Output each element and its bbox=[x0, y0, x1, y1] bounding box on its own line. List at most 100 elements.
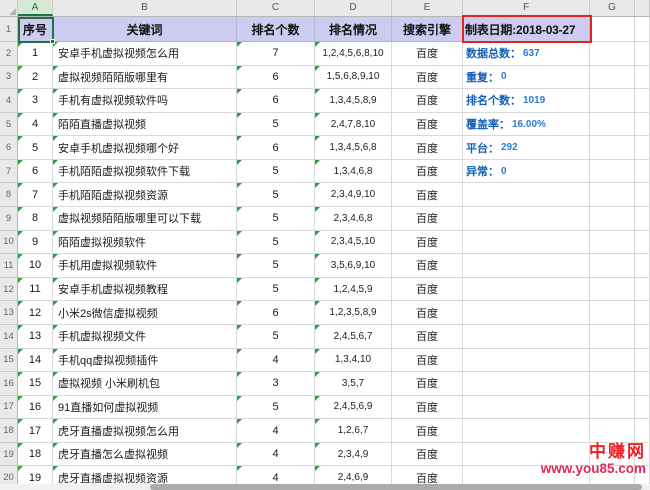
cell-count[interactable]: 5 bbox=[237, 278, 315, 302]
cell-count[interactable]: 5 bbox=[237, 254, 315, 278]
cell-keyword[interactable]: 虎牙直播怎么虚拟视频 bbox=[53, 443, 237, 467]
column-header-g[interactable]: G bbox=[590, 0, 635, 16]
cell-stat[interactable] bbox=[463, 372, 590, 396]
cell-positions[interactable]: 2,3,4,6,8 bbox=[315, 207, 392, 231]
cell-keyword[interactable]: 手机用虚拟视频软件 bbox=[53, 254, 237, 278]
row-header-9[interactable]: 9 bbox=[0, 207, 18, 231]
cell-seq[interactable]: 18 bbox=[18, 443, 53, 467]
cell-empty-h[interactable] bbox=[635, 231, 650, 255]
cell-positions[interactable]: 1,2,4,5,9 bbox=[315, 278, 392, 302]
cell-empty-h[interactable] bbox=[635, 301, 650, 325]
cell-stat[interactable] bbox=[463, 301, 590, 325]
cell-empty-g[interactable] bbox=[590, 231, 635, 255]
row-header-16[interactable]: 16 bbox=[0, 372, 18, 396]
row-header-6[interactable]: 6 bbox=[0, 136, 18, 160]
cell-c1-count-header[interactable]: 排名个数 bbox=[237, 17, 315, 42]
cell-empty-g[interactable] bbox=[590, 254, 635, 278]
cell-keyword[interactable]: 手机有虚拟视频软件吗 bbox=[53, 89, 237, 113]
cell-empty-h[interactable] bbox=[635, 113, 650, 137]
cell-empty-h[interactable] bbox=[635, 183, 650, 207]
cell-stat[interactable] bbox=[463, 396, 590, 420]
cell-keyword[interactable]: 虎牙直播虚拟视频怎么用 bbox=[53, 419, 237, 443]
row-header-3[interactable]: 3 bbox=[0, 66, 18, 90]
cell-empty-g[interactable] bbox=[590, 372, 635, 396]
cell-seq[interactable]: 4 bbox=[18, 113, 53, 137]
horizontal-scrollbar[interactable] bbox=[0, 484, 650, 490]
cell-engine[interactable]: 百度 bbox=[392, 136, 463, 160]
selected-cell-outline[interactable] bbox=[18, 17, 54, 43]
row-header-13[interactable]: 13 bbox=[0, 301, 18, 325]
cell-b1-keyword-header[interactable]: 关键词 bbox=[53, 17, 237, 42]
cell-engine[interactable]: 百度 bbox=[392, 66, 463, 90]
cell-engine[interactable]: 百度 bbox=[392, 301, 463, 325]
cell-empty-g[interactable] bbox=[590, 42, 635, 66]
cell-count[interactable]: 5 bbox=[237, 207, 315, 231]
cell-empty-h[interactable] bbox=[635, 349, 650, 373]
cell-empty-g[interactable] bbox=[590, 113, 635, 137]
cell-positions[interactable]: 1,3,4,5,6,8 bbox=[315, 136, 392, 160]
cell-positions[interactable]: 2,3,4,9,10 bbox=[315, 183, 392, 207]
cell-empty-h[interactable] bbox=[635, 42, 650, 66]
cell-stat[interactable] bbox=[463, 278, 590, 302]
select-all-corner[interactable] bbox=[0, 0, 18, 16]
row-header-18[interactable]: 18 bbox=[0, 419, 18, 443]
cell-count[interactable]: 4 bbox=[237, 443, 315, 467]
fill-handle[interactable] bbox=[50, 39, 55, 44]
cell-seq[interactable]: 17 bbox=[18, 419, 53, 443]
cell-count[interactable]: 5 bbox=[237, 325, 315, 349]
cell-count[interactable]: 5 bbox=[237, 160, 315, 184]
cell-positions[interactable]: 2,3,4,9 bbox=[315, 443, 392, 467]
cell-positions[interactable]: 3,5,7 bbox=[315, 372, 392, 396]
cell-stat[interactable]: 排名个数：1019 bbox=[463, 89, 590, 113]
row-header-2[interactable]: 2 bbox=[0, 42, 18, 66]
cell-empty-h[interactable] bbox=[635, 136, 650, 160]
cell-seq[interactable]: 14 bbox=[18, 349, 53, 373]
cell-count[interactable]: 5 bbox=[237, 113, 315, 137]
cell-g1[interactable] bbox=[590, 17, 635, 42]
cell-seq[interactable]: 8 bbox=[18, 207, 53, 231]
cell-keyword[interactable]: 虚拟视频陌陌版哪里有 bbox=[53, 66, 237, 90]
cell-seq[interactable]: 9 bbox=[18, 231, 53, 255]
cell-engine[interactable]: 百度 bbox=[392, 207, 463, 231]
cell-positions[interactable]: 1,3,4,6,8 bbox=[315, 160, 392, 184]
cell-empty-h[interactable] bbox=[635, 66, 650, 90]
cell-positions[interactable]: 1,3,4,10 bbox=[315, 349, 392, 373]
column-header-partial[interactable] bbox=[635, 0, 650, 16]
cell-keyword[interactable]: 手机虚拟视频文件 bbox=[53, 325, 237, 349]
cell-empty-g[interactable] bbox=[590, 325, 635, 349]
cell-stat[interactable]: 数据总数：637 bbox=[463, 42, 590, 66]
row-header-4[interactable]: 4 bbox=[0, 89, 18, 113]
cell-empty-g[interactable] bbox=[590, 396, 635, 420]
column-header-f[interactable]: F bbox=[463, 0, 590, 16]
row-header-12[interactable]: 12 bbox=[0, 278, 18, 302]
cell-d1-positions-header[interactable]: 排名情况 bbox=[315, 17, 392, 42]
cell-count[interactable]: 4 bbox=[237, 419, 315, 443]
cell-keyword[interactable]: 安卓手机虚拟视频教程 bbox=[53, 278, 237, 302]
cell-count[interactable]: 5 bbox=[237, 396, 315, 420]
cell-seq[interactable]: 12 bbox=[18, 301, 53, 325]
cell-positions[interactable]: 3,5,6,9,10 bbox=[315, 254, 392, 278]
column-header-d[interactable]: D bbox=[315, 0, 392, 16]
cell-stat[interactable] bbox=[463, 231, 590, 255]
cell-engine[interactable]: 百度 bbox=[392, 349, 463, 373]
row-header-14[interactable]: 14 bbox=[0, 325, 18, 349]
cell-empty-h[interactable] bbox=[635, 254, 650, 278]
cell-positions[interactable]: 2,4,5,6,7 bbox=[315, 325, 392, 349]
cell-seq[interactable]: 13 bbox=[18, 325, 53, 349]
cell-stat[interactable] bbox=[463, 207, 590, 231]
cell-empty-g[interactable] bbox=[590, 160, 635, 184]
cell-seq[interactable]: 2 bbox=[18, 66, 53, 90]
cell-engine[interactable]: 百度 bbox=[392, 42, 463, 66]
row-header-1[interactable]: 1 bbox=[0, 17, 18, 42]
cell-keyword[interactable]: 安卓手机虚拟视频哪个好 bbox=[53, 136, 237, 160]
cell-engine[interactable]: 百度 bbox=[392, 183, 463, 207]
cell-positions[interactable]: 2,3,4,5,10 bbox=[315, 231, 392, 255]
cell-engine[interactable]: 百度 bbox=[392, 325, 463, 349]
cell-count[interactable]: 6 bbox=[237, 301, 315, 325]
cell-empty-g[interactable] bbox=[590, 301, 635, 325]
cell-engine[interactable]: 百度 bbox=[392, 231, 463, 255]
cell-stat[interactable]: 平台：292 bbox=[463, 136, 590, 160]
cell-keyword[interactable]: 陌陌虚拟视频软件 bbox=[53, 231, 237, 255]
cell-count[interactable]: 4 bbox=[237, 349, 315, 373]
cell-stat[interactable]: 重复：0 bbox=[463, 66, 590, 90]
